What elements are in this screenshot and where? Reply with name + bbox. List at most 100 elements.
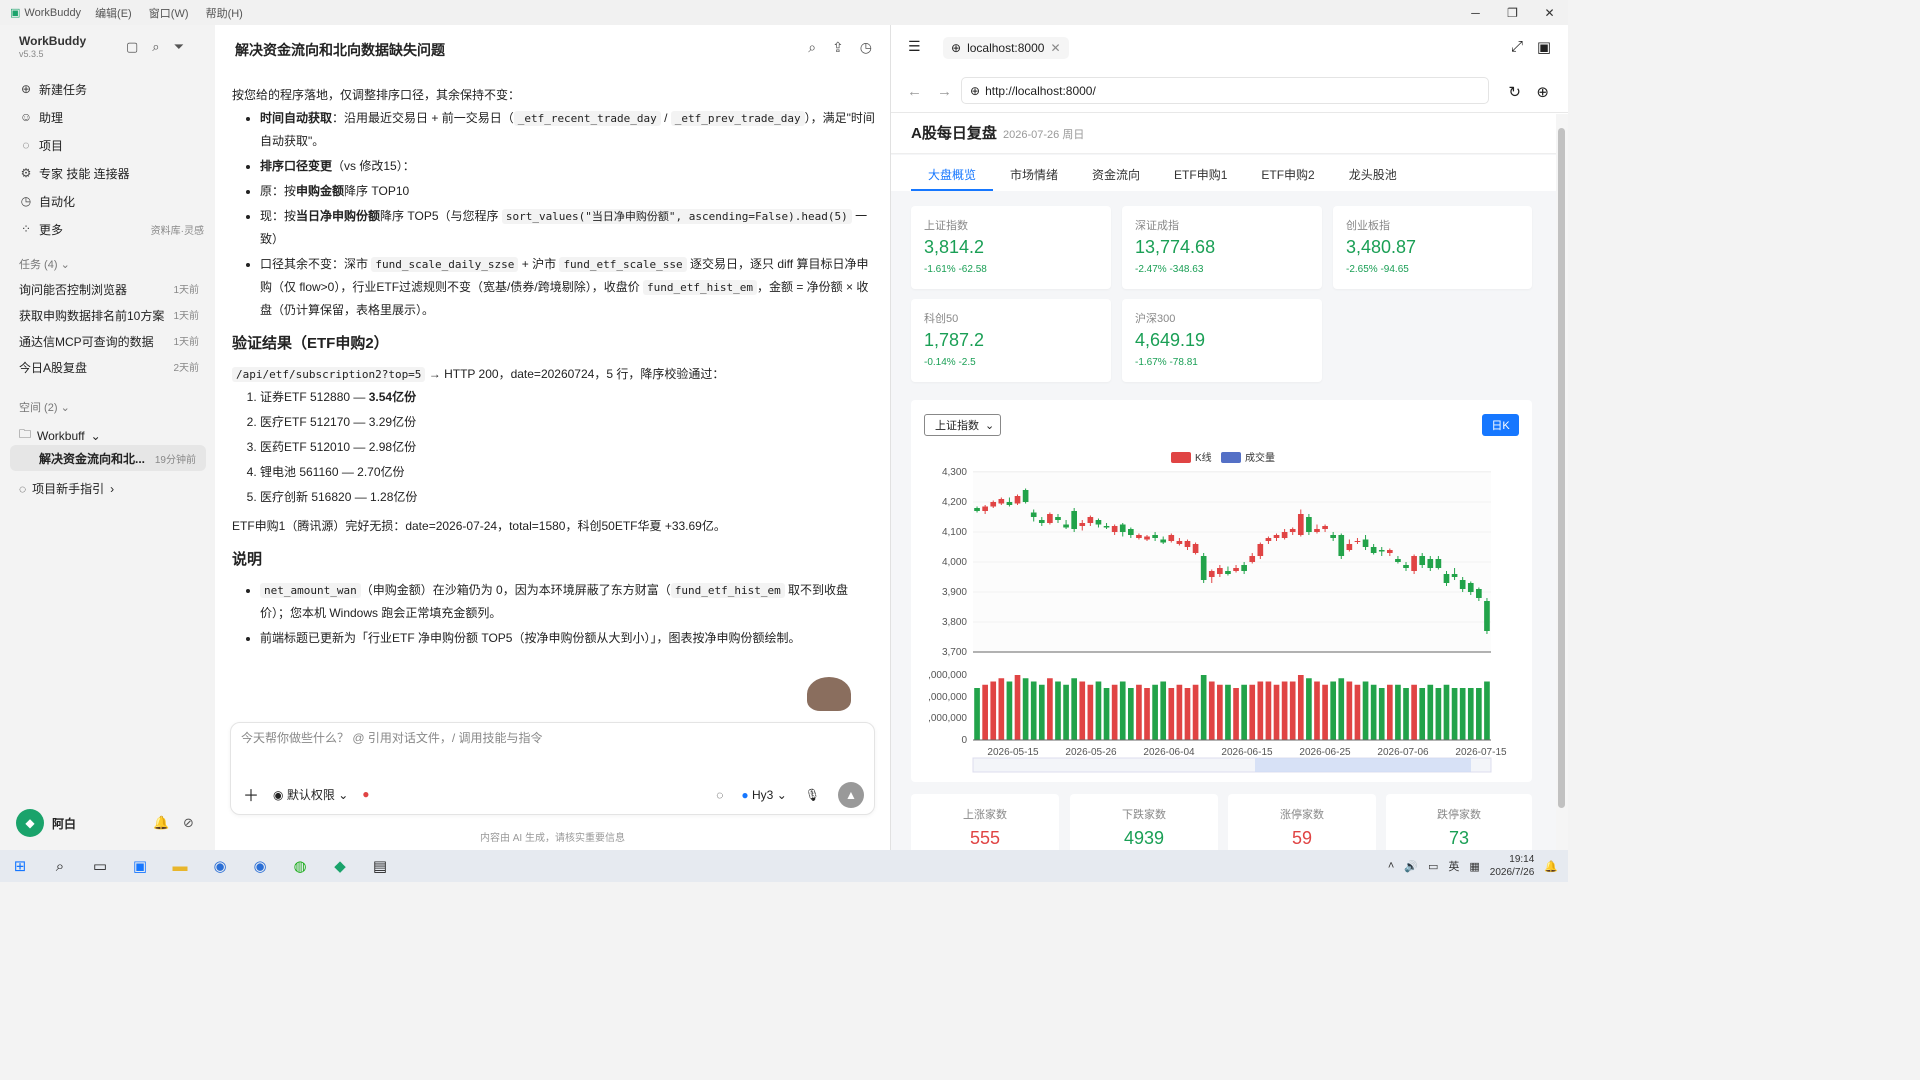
nav-more[interactable]: ⁘ 更多 资料库·灵感 xyxy=(19,215,204,243)
tab-sentiment[interactable]: 市场情绪 xyxy=(993,155,1075,191)
nav-more-hint[interactable]: 资料库·灵感 xyxy=(151,222,204,237)
more-icon: ⁘ xyxy=(20,222,32,236)
search-icon[interactable]: ⌕ xyxy=(40,850,80,882)
volume-bar xyxy=(1370,684,1377,740)
red-badge-icon[interactable]: ● xyxy=(362,787,369,801)
intro-text: 按您给的程序落地，仅调整排序口径，其余保持不变： xyxy=(232,88,521,102)
browser-tab[interactable]: ⊕ localhost:8000 ✕ xyxy=(943,37,1069,59)
tab-overview[interactable]: 大盘概览 xyxy=(911,155,994,191)
candle-body xyxy=(1055,517,1061,520)
wechat-icon[interactable]: ◍ xyxy=(280,850,320,882)
tab-etf1[interactable]: ETF申购1 xyxy=(1157,155,1244,191)
stat-value: 4939 xyxy=(1123,828,1165,848)
candle-body xyxy=(1435,559,1442,568)
bell-icon[interactable]: 🔔 xyxy=(153,815,169,831)
clock[interactable]: 19:14 2026/7/26 xyxy=(1490,853,1535,879)
search-icon[interactable]: ⌕ xyxy=(808,39,816,56)
keyboard-icon[interactable]: ▦ xyxy=(1469,860,1479,873)
panel-toggle-icon[interactable]: ▢ xyxy=(126,39,138,55)
page-scrollbar[interactable] xyxy=(1556,114,1568,850)
maximize-icon[interactable]: ❐ xyxy=(1494,0,1531,25)
menu-help[interactable]: 帮助(H) xyxy=(206,8,243,20)
notification-icon[interactable]: 🔔 xyxy=(1544,860,1558,873)
minimize-icon[interactable]: ─ xyxy=(1457,0,1494,25)
nav-new-task[interactable]: ⊕ 新建任务 xyxy=(19,75,204,103)
scrollbar-thumb[interactable] xyxy=(1558,128,1565,808)
workspace-item[interactable]: 🗀 Workbuff ⌄ xyxy=(19,425,101,446)
panel-icon[interactable]: ▣ xyxy=(1537,38,1551,56)
globe-icon[interactable]: ⊕ xyxy=(1536,83,1549,101)
settings-icon[interactable]: ⊘ xyxy=(183,815,194,831)
file-explorer-icon[interactable]: ▬ xyxy=(160,850,200,882)
back-icon[interactable]: ← xyxy=(907,83,922,100)
selected-task[interactable]: 解决资金流向和北... 19分钟前 xyxy=(10,445,206,471)
chat-input[interactable]: 今天帮你做些什么？ @ 引用对话文件，/ 调用技能与指令 xyxy=(241,729,543,746)
app-s-icon[interactable]: ◉ xyxy=(200,850,240,882)
task-view-icon[interactable]: ▭ xyxy=(80,850,120,882)
tab-etf2[interactable]: ETF申购2 xyxy=(1244,155,1331,191)
windows-start-icon[interactable]: ⊞ xyxy=(0,850,40,882)
task-item[interactable]: 获取申购数据排名前10方案 1天前 xyxy=(19,307,199,324)
candle-body xyxy=(1006,502,1013,505)
network-icon[interactable]: ▭ xyxy=(1428,860,1438,873)
nav-expert[interactable]: ⚙ 专家 技能 连接器 xyxy=(19,159,204,187)
volume-bar xyxy=(1014,675,1021,740)
volume-bar xyxy=(1249,684,1256,740)
permission-select[interactable]: ◉ 默认权限 ⌄ xyxy=(273,786,348,803)
chevron-down-icon: ⌄ xyxy=(60,402,70,414)
app-window: ▣ WorkBuddy 编辑(E) 窗口(W) 帮助(H) ─ ❐ ✕ WorkB… xyxy=(0,0,1568,882)
volume-bar xyxy=(982,684,988,740)
microphone-icon[interactable]: 🎙 xyxy=(805,788,820,802)
store-icon[interactable]: ▣ xyxy=(120,850,160,882)
volume-bar xyxy=(1208,681,1215,740)
expand-icon[interactable]: ⤢ xyxy=(1511,38,1523,55)
nav-label: 自动化 xyxy=(39,194,76,209)
task-item[interactable]: 今日A股复盘 2天前 xyxy=(19,359,199,376)
nav-assistant[interactable]: ☺ 助理 xyxy=(19,103,204,131)
volume-bar xyxy=(1144,688,1150,740)
guide-item[interactable]: ◌ 项目新手指引 › xyxy=(19,480,114,497)
nav-project[interactable]: ◌ 项目 xyxy=(19,131,204,159)
tab-leaders[interactable]: 龙头股池 xyxy=(1332,155,1414,191)
browser-panel: ☰ ⊕ localhost:8000 ✕ ⤢ ▣ ← → ⊕ http://local… xyxy=(890,25,1568,850)
menu-icon[interactable]: ☰ xyxy=(908,38,921,55)
app-s2-icon[interactable]: ◉ xyxy=(240,850,280,882)
close-icon[interactable]: ✕ xyxy=(1531,0,1568,25)
task-item[interactable]: 询问能否控制浏览器 1天前 xyxy=(19,281,199,298)
space-header[interactable]: 空间 (2) ⌄ xyxy=(19,399,70,415)
share-icon[interactable]: ⇪ xyxy=(832,39,844,56)
index-value: 13,774.68 xyxy=(1135,237,1216,257)
volume-bar xyxy=(1257,681,1264,740)
selected-task-label: 解决资金流向和北... xyxy=(39,451,146,466)
search-icon[interactable]: ⌕ xyxy=(152,39,159,55)
plus-icon[interactable]: ＋ xyxy=(243,782,259,806)
task-label: 询问能否控制浏览器 xyxy=(19,283,128,297)
task-item[interactable]: 通达信MCP可查询的数据 1天前 xyxy=(19,333,199,350)
candle-body xyxy=(1257,544,1264,556)
menu-edit[interactable]: 编辑(E) xyxy=(95,8,132,20)
nav-automation[interactable]: ◷ 自动化 xyxy=(19,187,204,215)
volume-icon[interactable]: 🔊 xyxy=(1404,860,1418,873)
user-profile[interactable]: ◆ 阿白 xyxy=(16,809,76,837)
volume-bar xyxy=(1079,681,1086,740)
model-select[interactable]: ● Hy3 ⌄ xyxy=(741,788,786,802)
text: （申购金额）在沙箱仍为 0，因为本环境屏蔽了东方财富（ xyxy=(360,583,671,597)
ime-icon[interactable]: 英 xyxy=(1448,858,1459,874)
refresh-icon[interactable]: ↻ xyxy=(1508,83,1521,101)
tasks-header[interactable]: 任务 (4) ⌄ xyxy=(19,256,70,272)
send-button[interactable]: ▲ xyxy=(838,782,864,808)
period-button[interactable]: 日K xyxy=(1482,414,1519,436)
terminal-icon[interactable]: ▤ xyxy=(360,850,400,882)
url-bar[interactable]: ⊕ http://localhost:8000/ xyxy=(961,77,1489,104)
rank-item: 医疗创新 516820 — 1.28亿份 xyxy=(260,486,877,509)
menu-window[interactable]: 窗口(W) xyxy=(149,8,189,20)
workbuddy-taskbar-icon[interactable]: ◆ xyxy=(320,850,360,882)
filter-icon[interactable]: ⏷ xyxy=(174,39,184,55)
forward-icon[interactable]: → xyxy=(937,83,952,100)
close-icon[interactable]: ✕ xyxy=(1050,41,1060,55)
chevron-up-icon[interactable]: ˄ xyxy=(1388,860,1394,872)
index-select[interactable]: 上证指数 ⌄ xyxy=(924,414,1001,436)
tab-capital-flow[interactable]: 资金流向 xyxy=(1075,155,1157,191)
y-tick-label: 4,200 xyxy=(942,497,967,508)
history-icon[interactable]: ◷ xyxy=(860,39,872,56)
